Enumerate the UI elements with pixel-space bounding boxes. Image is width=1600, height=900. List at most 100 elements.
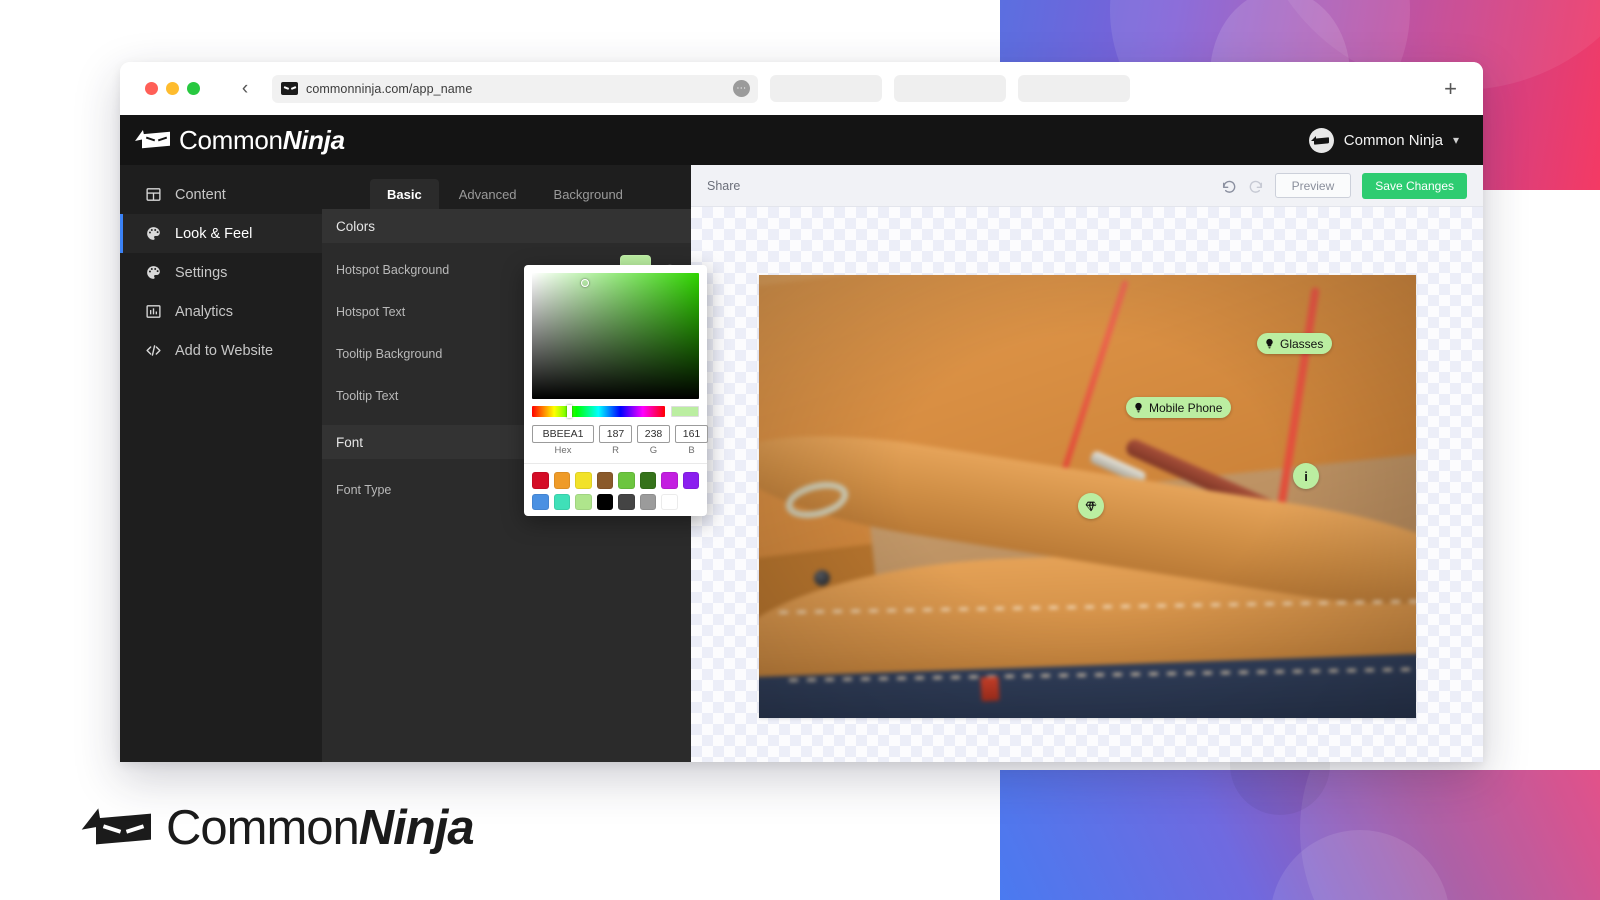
- preset-swatch-11[interactable]: [596, 493, 613, 510]
- maximize-window-button[interactable]: [187, 82, 200, 95]
- blue-caption: B: [688, 445, 695, 456]
- preset-swatch-12[interactable]: [618, 493, 635, 510]
- page-logo: CommonNinja: [78, 800, 475, 856]
- sidebar: Content Look & Feel Settings Analytics A…: [120, 165, 322, 762]
- preset-swatch-4[interactable]: [618, 472, 635, 489]
- redo-icon[interactable]: [1248, 178, 1264, 194]
- tab-background[interactable]: Background: [537, 179, 640, 209]
- browser-window: ‹ commonninja.com/app_name ⋯ + CommonNin…: [120, 62, 1483, 762]
- app-body: Content Look & Feel Settings Analytics A…: [120, 165, 1483, 762]
- palette-icon: [147, 266, 160, 279]
- preset-swatch-0[interactable]: [532, 472, 549, 489]
- back-icon[interactable]: ‹: [234, 79, 256, 98]
- blue-input[interactable]: 161: [675, 425, 708, 443]
- toolbar-actions: Preview Save Changes: [1221, 172, 1467, 199]
- preset-swatch-7[interactable]: [682, 472, 699, 489]
- sidebar-item-content[interactable]: Content: [120, 175, 322, 214]
- preset-swatch-13[interactable]: [639, 493, 656, 510]
- hotspot-image[interactable]: Glasses Mobile Phone i: [759, 275, 1416, 718]
- bulb-icon: [1266, 338, 1273, 349]
- page-logo-text: CommonNinja: [166, 800, 475, 856]
- tab-strip: Basic Advanced Background: [322, 165, 691, 209]
- sidebar-item-label: Analytics: [175, 303, 234, 320]
- preset-swatch-5[interactable]: [639, 472, 656, 489]
- preview-button[interactable]: Preview: [1274, 173, 1352, 198]
- preset-swatch-10[interactable]: [575, 493, 592, 510]
- app-logo-suffix: Ninja: [282, 124, 345, 155]
- saturation-value-area[interactable]: [532, 273, 699, 399]
- settings-panel: Basic Advanced Background Colors Hotspot…: [322, 165, 708, 762]
- code-icon: [146, 345, 161, 356]
- background-gradient-bottom: [1000, 650, 1600, 900]
- bulb-icon: [1135, 402, 1142, 413]
- hotspot-label: Mobile Phone: [1149, 400, 1223, 415]
- sidebar-item-settings[interactable]: Settings: [120, 253, 322, 292]
- sidebar-item-label: Add to Website: [175, 342, 274, 359]
- bar-chart-icon: [146, 305, 161, 318]
- preset-swatch-9[interactable]: [553, 493, 570, 510]
- palette-icon: [147, 227, 160, 240]
- hotspot-mobile-phone[interactable]: Mobile Phone: [1126, 397, 1232, 418]
- preview-area: Share Preview Save Changes Glasses Mobil…: [691, 165, 1483, 762]
- preset-swatch-6[interactable]: [661, 472, 678, 489]
- preset-swatch-14[interactable]: [661, 493, 678, 510]
- saturation-cursor[interactable]: [581, 279, 589, 287]
- hue-slider-handle[interactable]: [566, 405, 572, 418]
- sidebar-item-label: Content: [175, 186, 226, 203]
- green-caption: G: [649, 445, 658, 456]
- section-header-colors: Colors: [322, 209, 691, 243]
- preset-swatch-3[interactable]: [596, 472, 613, 489]
- hotspot-glasses[interactable]: Glasses: [1257, 333, 1333, 354]
- user-name: Common Ninja: [1343, 131, 1443, 149]
- hotspot-label: i: [1304, 468, 1308, 484]
- chevron-down-icon[interactable]: ▾: [1453, 133, 1459, 147]
- page-logo-suffix: Ninja: [358, 801, 475, 855]
- green-input[interactable]: 238: [637, 425, 670, 443]
- ellipsis-icon[interactable]: ⋯: [733, 80, 750, 97]
- browser-tab-2[interactable]: [894, 75, 1006, 102]
- preset-swatch-2[interactable]: [575, 472, 592, 489]
- browser-chrome: ‹ commonninja.com/app_name ⋯ +: [120, 62, 1483, 115]
- color-picker-popover[interactable]: BBEEA1 Hex 187 R 238 G 161 B: [524, 265, 708, 516]
- sidebar-item-analytics[interactable]: Analytics: [120, 292, 322, 331]
- color-value-fields: BBEEA1 Hex 187 R 238 G 161 B: [532, 425, 708, 456]
- preview-toolbar: Share Preview Save Changes: [691, 165, 1483, 207]
- red-input[interactable]: 187: [599, 425, 632, 443]
- page-logo-prefix: Common: [166, 801, 360, 855]
- hex-caption: Hex: [554, 445, 572, 456]
- app-header: CommonNinja Common Ninja ▾: [120, 115, 1483, 165]
- current-color-preview: [671, 406, 699, 417]
- url-bar[interactable]: commonninja.com/app_name ⋯: [272, 74, 758, 103]
- app-logo-text: CommonNinja: [179, 125, 345, 156]
- sidebar-item-add-to-website[interactable]: Add to Website: [120, 331, 322, 370]
- hue-slider-row: [532, 405, 699, 418]
- preset-swatch-grid: [532, 472, 699, 510]
- browser-tab-3[interactable]: [1018, 75, 1130, 102]
- red-caption: R: [612, 445, 619, 456]
- gem-icon: [1085, 501, 1097, 511]
- tab-advanced[interactable]: Advanced: [442, 179, 534, 209]
- user-menu[interactable]: Common Ninja ▾: [1308, 127, 1459, 153]
- save-changes-button[interactable]: Save Changes: [1362, 172, 1467, 199]
- preset-swatch-8[interactable]: [532, 493, 549, 510]
- close-window-button[interactable]: [145, 82, 158, 95]
- hex-input[interactable]: BBEEA1: [532, 425, 594, 443]
- hotspot-gem[interactable]: [1078, 493, 1104, 519]
- tab-basic[interactable]: Basic: [370, 179, 439, 209]
- avatar: [1308, 127, 1334, 153]
- browser-tab-1[interactable]: [770, 75, 882, 102]
- share-button[interactable]: Share: [707, 179, 740, 193]
- app-logo-prefix: Common: [179, 124, 283, 155]
- hue-slider[interactable]: [532, 405, 665, 418]
- ninja-favicon-icon: [281, 82, 298, 95]
- minimize-window-button[interactable]: [166, 82, 179, 95]
- preset-swatch-1[interactable]: [553, 472, 570, 489]
- sidebar-item-look-and-feel[interactable]: Look & Feel: [120, 214, 322, 253]
- green-field-group: 238 G: [637, 425, 670, 456]
- undo-icon[interactable]: [1221, 178, 1237, 194]
- url-text: commonninja.com/app_name: [306, 81, 473, 96]
- plus-icon[interactable]: +: [1444, 77, 1457, 100]
- blue-field-group: 161 B: [675, 425, 708, 456]
- app-logo[interactable]: CommonNinja: [133, 125, 345, 156]
- hotspot-info[interactable]: i: [1293, 463, 1319, 489]
